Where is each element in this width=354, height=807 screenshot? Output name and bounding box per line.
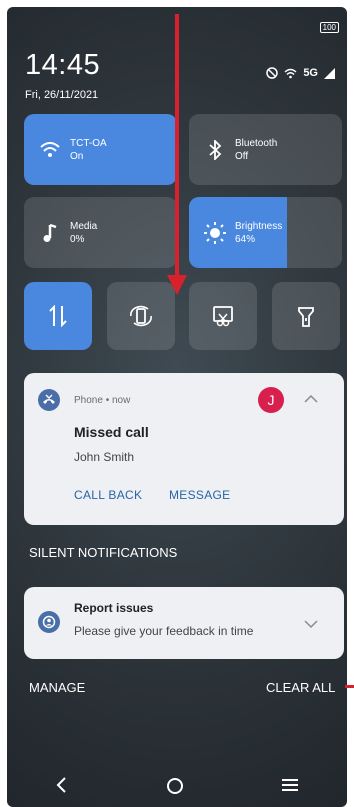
- flashlight-toggle[interactable]: [272, 282, 340, 350]
- call-back-button[interactable]: CALL BACK: [74, 488, 142, 502]
- data-transfer-icon: [49, 305, 67, 327]
- brightness-tile[interactable]: Brightness 64%: [189, 197, 342, 268]
- battery-indicator: 100: [319, 17, 339, 35]
- notification-title: Missed call: [74, 424, 149, 440]
- chevron-up-icon[interactable]: [304, 391, 318, 409]
- report-title: Report issues: [74, 601, 154, 615]
- wifi-icon: [40, 141, 60, 157]
- notification-app-header: Phone • now: [74, 395, 131, 406]
- media-tile-state: 0%: [70, 233, 85, 245]
- bluetooth-tile-label: Bluetooth: [235, 137, 278, 149]
- media-tile-label: Media: [70, 220, 98, 232]
- sun-icon: [204, 221, 226, 244]
- bluetooth-tile[interactable]: Bluetooth Off: [189, 114, 342, 185]
- date: Fri, 26/11/2021: [25, 89, 99, 101]
- brightness-tile-state: 64%: [235, 233, 256, 245]
- clock: 14:45: [25, 49, 101, 81]
- wifi-tile-label: TCT-OA: [70, 137, 107, 149]
- navigation-bar: [7, 777, 347, 795]
- message-button[interactable]: MESSAGE: [169, 488, 230, 502]
- wifi-tile[interactable]: TCT-OA On: [24, 114, 177, 185]
- clear-all-pointer-arrow: [345, 685, 354, 688]
- back-icon[interactable]: [55, 777, 69, 793]
- nfc-icon: [266, 67, 279, 79]
- silent-notifications-heading: SILENT NOTIFICATIONS: [29, 545, 178, 560]
- screenshot-toggle[interactable]: [189, 282, 257, 350]
- network-type: 5G: [303, 67, 318, 79]
- data-toggle[interactable]: [24, 282, 92, 350]
- missed-call-notification[interactable]: Phone • now J Missed call John Smith CAL…: [24, 373, 344, 525]
- swipe-down-arrow-head: [167, 275, 187, 295]
- report-issues-notification[interactable]: Report issues Please give your feedback …: [24, 587, 344, 659]
- status-icons: 5G: [266, 67, 335, 79]
- rotate-icon: [130, 305, 152, 327]
- bluetooth-icon: [209, 139, 222, 160]
- menu-icon[interactable]: [281, 777, 299, 793]
- wifi-tile-state: On: [70, 150, 84, 162]
- swipe-down-arrow: [175, 14, 179, 280]
- feedback-app-icon: [38, 611, 60, 633]
- screenshot-scissors-icon: [213, 306, 233, 327]
- home-icon[interactable]: [166, 777, 184, 795]
- manage-button[interactable]: MANAGE: [29, 680, 85, 695]
- wifi-icon: [284, 68, 297, 78]
- brightness-tile-label: Brightness: [235, 220, 283, 232]
- report-subtitle: Please give your feedback in time: [74, 624, 254, 638]
- battery-icon: 100: [319, 22, 339, 33]
- clear-all-button[interactable]: CLEAR ALL: [266, 680, 335, 695]
- flashlight-icon: [298, 307, 314, 327]
- notification-subtitle: John Smith: [74, 450, 135, 464]
- avatar: J: [258, 387, 284, 413]
- chevron-down-icon[interactable]: [304, 616, 318, 634]
- bluetooth-tile-state: Off: [235, 150, 249, 162]
- phone-app-icon: [38, 389, 60, 411]
- signal-icon: [324, 67, 335, 79]
- auto-rotate-toggle[interactable]: [107, 282, 175, 350]
- music-note-icon: [43, 223, 57, 242]
- media-tile[interactable]: Media 0%: [24, 197, 177, 268]
